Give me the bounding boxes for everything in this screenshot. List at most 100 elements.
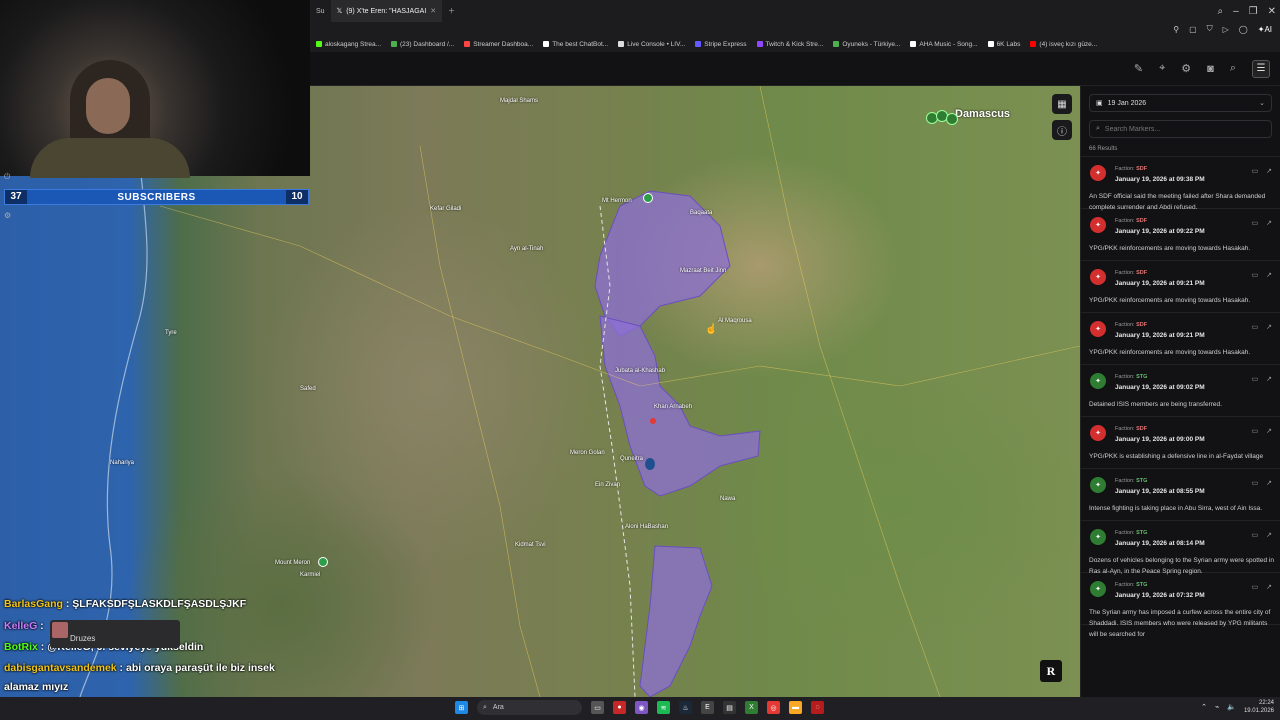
event-item[interactable]: ✦ Faction: STG January 19, 2026 at 09:02 P… (1081, 365, 1280, 417)
extension-icon[interactable]: ▢ (1189, 25, 1197, 34)
bookmark-item[interactable]: Oyuneks - Türkiye... (833, 41, 900, 48)
terminal-icon[interactable]: ▤ (723, 701, 736, 714)
bookmark-item[interactable]: (23) Dashboard /... (391, 41, 454, 48)
bookmark-item[interactable]: Streamer Dashboa... (464, 41, 533, 48)
chevron-up-icon[interactable]: ⌃ (1201, 703, 1207, 711)
taskbar-search[interactable]: ⌕ Ara (477, 700, 582, 715)
discord-icon[interactable]: ◉ (635, 701, 648, 714)
video-icon[interactable]: ▭ (1252, 375, 1259, 383)
power-icon[interactable]: ⏻ (4, 172, 11, 182)
camera-icon[interactable]: ◙ (1207, 63, 1214, 75)
excel-icon[interactable]: X (745, 701, 758, 714)
bookmark-favicon-icon (695, 41, 702, 47)
steam-icon[interactable]: ♨ (679, 701, 692, 714)
app-icon[interactable]: ◌ (811, 701, 824, 714)
bookmark-item[interactable]: Live Console • LIV... (618, 41, 685, 48)
folder-icon[interactable]: ▬ (789, 701, 802, 714)
video-icon[interactable]: ▭ (1252, 323, 1259, 331)
clock[interactable]: 22:24 19.01.2026 (1244, 699, 1274, 715)
event-date: January 19, 2026 at 09:00 PM (1115, 436, 1205, 443)
map-marker-green[interactable] (318, 557, 328, 567)
event-item[interactable]: ✦ Faction: SDF January 19, 2026 at 09:21 P… (1081, 313, 1280, 365)
marker-search[interactable]: ⌕ (1089, 120, 1272, 138)
search-icon[interactable]: ⌕ (1230, 62, 1236, 75)
external-link-icon[interactable]: ↗ (1266, 531, 1272, 539)
external-link-icon[interactable]: ↗ (1266, 427, 1272, 435)
video-icon[interactable]: ▭ (1252, 427, 1259, 435)
video-icon[interactable]: ▭ (1252, 167, 1259, 175)
external-link-icon[interactable]: ↗ (1266, 583, 1272, 591)
spotify-icon[interactable]: ≋ (657, 701, 670, 714)
task-view-icon[interactable]: ▭ (591, 701, 604, 714)
event-item[interactable]: ✦ Faction: STG January 19, 2026 at 08:55 P… (1081, 469, 1280, 521)
volume-icon[interactable]: 🔈 (1227, 703, 1236, 711)
play-icon[interactable]: ▷ (1223, 25, 1229, 34)
external-link-icon[interactable]: ↗ (1266, 219, 1272, 227)
pin-icon[interactable]: ⌖ (1159, 62, 1165, 75)
maximize-button[interactable]: ❐ (1249, 6, 1258, 17)
search-input[interactable] (1104, 125, 1255, 133)
chrome-icon[interactable]: ◎ (767, 701, 780, 714)
close-icon[interactable]: ✕ (430, 7, 436, 15)
event-item[interactable]: ✦ Faction: STG January 19, 2026 at 07:32 P… (1081, 573, 1280, 638)
windows-start-icon[interactable]: ⊞ (455, 701, 468, 714)
external-link-icon[interactable]: ↗ (1266, 375, 1272, 383)
chat-icon[interactable]: ◯ (1239, 25, 1248, 34)
video-icon[interactable]: ▭ (1252, 531, 1259, 539)
video-icon[interactable]: ▭ (1252, 583, 1259, 591)
map-marker-cluster[interactable] (926, 110, 960, 126)
video-icon[interactable]: ▭ (1252, 219, 1259, 227)
faction-name: STG (1136, 478, 1148, 484)
faction-name: SDF (1136, 426, 1148, 432)
gear-icon[interactable]: ⚙ (4, 211, 11, 220)
new-tab-button[interactable]: ＋ (442, 0, 461, 22)
map-place-label: Karmiel (300, 572, 321, 578)
faction-line: Faction: SDF (1115, 322, 1147, 328)
event-item[interactable]: ✦ Faction: SDF January 19, 2026 at 09:22 P… (1081, 209, 1280, 261)
ai-button[interactable]: ✦AI (1258, 25, 1272, 34)
bookmark-item[interactable]: aloskagang Strea... (316, 41, 381, 48)
external-link-icon[interactable]: ↗ (1266, 479, 1272, 487)
event-item[interactable]: ✦ Faction: SDF January 19, 2026 at 09:00 P… (1081, 417, 1280, 469)
gear-icon[interactable]: ⚙ (1181, 62, 1191, 75)
bookmark-item[interactable]: The best ChatBot... (543, 41, 608, 48)
bookmark-label: The best ChatBot... (552, 40, 609, 48)
faction-label: Faction: (1115, 270, 1135, 276)
tab-2[interactable]: 𝕏 (9) X'te Eren: "HASJAGAI ✕ (330, 0, 443, 22)
external-link-icon[interactable]: ↗ (1266, 271, 1272, 279)
event-item[interactable]: ✦ Faction: SDF January 19, 2026 at 09:21 P… (1081, 261, 1280, 313)
shield-icon[interactable]: ⛉ (1207, 24, 1213, 34)
subscriber-goal-bar: 37 SUBSCRIBERS 10 (4, 189, 309, 205)
map-info-button[interactable]: ⓘ (1052, 120, 1072, 140)
event-item[interactable]: ✦ Faction: SDF January 19, 2026 at 09:38 P… (1081, 157, 1280, 211)
search-icon[interactable]: ⌕ (1217, 6, 1223, 17)
minimize-button[interactable]: – (1233, 6, 1239, 17)
bookmark-item[interactable]: (4) isveç kızı güze... (1030, 41, 1097, 48)
bookmark-item[interactable]: AHA Music - Song... (910, 41, 978, 48)
map-marker-red[interactable] (650, 418, 656, 424)
menu-button[interactable]: ☰ (1252, 59, 1270, 78)
bookmark-item[interactable]: Twitch & Kick Stre... (756, 41, 823, 48)
network-icon[interactable]: ⌁ (1215, 703, 1219, 711)
bookmark-item[interactable]: Stripe Express (695, 41, 747, 48)
date-select[interactable]: ▣ 19 Jan 2026 ⌄ (1089, 94, 1272, 112)
event-text: YPG/PKK reinforcements are moving toward… (1089, 245, 1251, 252)
bookmark-icon[interactable]: ⚲ (1173, 25, 1179, 34)
external-link-icon[interactable]: ↗ (1266, 167, 1272, 175)
external-link-icon[interactable]: ↗ (1266, 323, 1272, 331)
video-icon[interactable]: ▭ (1252, 479, 1259, 487)
map-layers-button[interactable]: ▦ (1052, 94, 1072, 114)
video-icon[interactable]: ▭ (1252, 271, 1259, 279)
map-marker-green[interactable] (643, 193, 653, 203)
event-item[interactable]: ✦ Faction: STG January 19, 2026 at 08:14 P… (1081, 521, 1280, 575)
bookmark-favicon-icon (316, 41, 322, 47)
bookmark-item[interactable]: 6K Labs (987, 41, 1020, 48)
event-text: YPG/PKK is establishing a defensive line… (1089, 453, 1264, 460)
faction-name: STG (1136, 374, 1148, 380)
epic-icon[interactable]: E (701, 701, 714, 714)
close-window-button[interactable]: ✕ (1268, 6, 1276, 17)
pen-icon[interactable]: ✎ (1134, 62, 1143, 75)
chat-username: dabisgantavsandemek (4, 662, 117, 674)
tab-1[interactable]: Su (310, 0, 331, 22)
obs-icon[interactable]: ● (613, 701, 626, 714)
